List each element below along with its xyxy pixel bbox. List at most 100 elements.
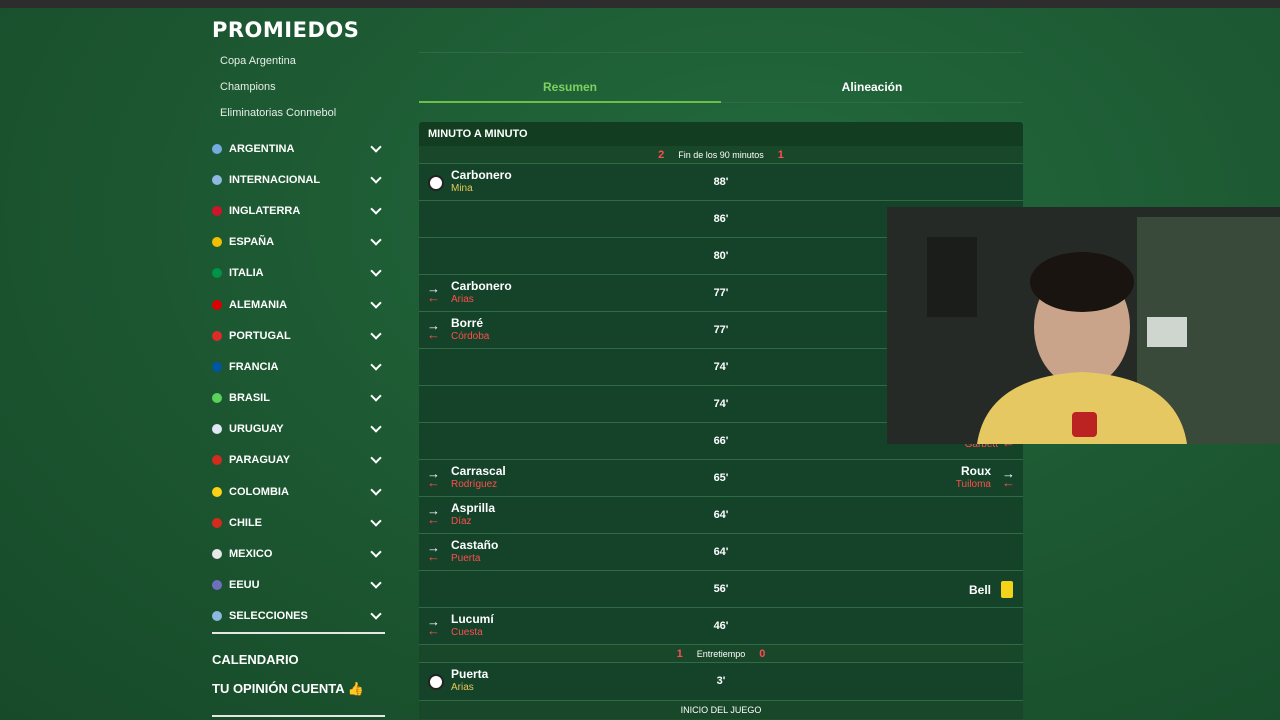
substitution-icon: → ← (427, 503, 440, 527)
chevron-down-icon[interactable] (370, 172, 382, 184)
sidebar-item-label: INGLATERRA (229, 204, 301, 217)
country-flag-icon (212, 237, 222, 248)
chevron-down-icon[interactable] (370, 203, 382, 215)
sidebar-item-argentina[interactable]: ARGENTINA (212, 133, 386, 164)
sidebar-item-paraguay[interactable]: PARAGUAY (212, 445, 386, 476)
sidebar-item-mexico[interactable]: MEXICO (212, 538, 386, 569)
chevron-down-icon[interactable] (370, 608, 382, 621)
sidebar-item-label: INTERNACIONAL (229, 173, 321, 186)
goal-ball-icon (428, 175, 444, 191)
player-out: Cuesta (451, 627, 483, 638)
sidebar-opinion[interactable]: TU OPINIÓN CUENTA 👍 (212, 681, 364, 697)
timeline-row: Bell 56' (419, 571, 1023, 608)
sidebar-item-uruguay[interactable]: URUGUAY (212, 414, 386, 445)
sidebar-item-label: ESPAÑA (229, 236, 275, 249)
event-minute: 74' (713, 398, 729, 410)
event-left: Puerta Arias (451, 667, 488, 693)
chevron-down-icon[interactable] (370, 515, 382, 527)
webcam-image (887, 207, 1280, 444)
substitution-icon: → ← (427, 281, 440, 305)
substitution-icon: → ← (427, 466, 440, 490)
player-out: Arias (451, 294, 474, 305)
sidebar-item-label: EEUU (229, 579, 260, 592)
chevron-down-icon[interactable] (370, 421, 382, 433)
event-left: Carrascal Rodríguez (451, 464, 506, 490)
sidebar-item-alemania[interactable]: ALEMANIA (212, 289, 386, 320)
sidebar-item-label: PARAGUAY (229, 454, 291, 467)
country-flag-icon (212, 455, 222, 466)
sidebar-item-inglaterra[interactable]: INGLATERRA (212, 195, 386, 226)
home-score: 2 (658, 148, 665, 161)
sidebar-item-label: URUGUAY (229, 423, 284, 436)
chevron-down-icon[interactable] (370, 328, 382, 340)
halftime-separator: 1 Entretiempo 0 (419, 645, 1023, 663)
tab-resumen[interactable]: Resumen (419, 80, 721, 94)
event-minute: 64' (713, 509, 729, 521)
player-out: Rodríguez (451, 479, 498, 490)
chevron-down-icon[interactable] (370, 546, 382, 558)
sidebar-links: Copa Argentina Champions Eliminatorias C… (220, 54, 336, 132)
country-flag-icon (212, 549, 222, 560)
webcam-overlay (887, 207, 1280, 444)
event-minute: 64' (713, 546, 729, 558)
sidebar-item-internacional[interactable]: INTERNACIONAL (212, 164, 386, 195)
sidebar-item-eeuu[interactable]: EEUU (212, 570, 386, 601)
chevron-down-icon[interactable] (370, 390, 382, 402)
chevron-down-icon[interactable] (370, 483, 382, 496)
yellow-card-icon (1001, 581, 1013, 598)
timeline-row: → ← Carrascal Rodríguez Roux Tuiloma → ← 65' (419, 460, 1023, 497)
sidebar-link-copa-argentina[interactable]: Copa Argentina (220, 54, 336, 80)
chevron-down-icon[interactable] (370, 452, 382, 465)
tab-active-underline (419, 101, 721, 103)
sidebar-item-label: PORTUGAL (229, 329, 291, 342)
chevron-down-icon[interactable] (370, 234, 382, 246)
country-flag-icon (212, 205, 222, 216)
sidebar-item-brasil[interactable]: BRASIL (212, 383, 386, 414)
event-left: Carbonero Mina (451, 168, 512, 194)
sidebar-link-eliminatorias[interactable]: Eliminatorias Conmebol (220, 106, 336, 132)
sidebar-link-champions[interactable]: Champions (220, 80, 336, 106)
country-flag-icon (212, 517, 222, 528)
sidebar-item-portugal[interactable]: PORTUGAL (212, 320, 386, 351)
start-separator: INICIO DEL JUEGO (419, 701, 1023, 719)
sidebar-item-label: ITALIA (229, 267, 264, 280)
country-flag-icon (212, 580, 222, 591)
away-score: 1 (777, 148, 784, 161)
chevron-down-icon[interactable] (370, 296, 382, 309)
country-flag-icon (212, 299, 222, 310)
assist: Mina (451, 183, 473, 194)
event-minute: 74' (713, 361, 729, 373)
player-in: Carrascal (451, 464, 506, 478)
event-minute: 77' (713, 287, 729, 299)
country-flag-icon (212, 330, 222, 341)
sidebar-item-italia[interactable]: ITALIA (212, 258, 386, 289)
home-score: 1 (676, 647, 683, 660)
sidebar-item-españa[interactable]: ESPAÑA (212, 227, 386, 258)
sidebar-item-colombia[interactable]: COLOMBIA (212, 476, 386, 507)
sidebar-item-francia[interactable]: FRANCIA (212, 351, 386, 382)
sidebar-calendario[interactable]: CALENDARIO (212, 652, 299, 667)
sidebar-item-chile[interactable]: CHILE (212, 507, 386, 538)
scorer: Carbonero (451, 168, 512, 182)
event-minute: 46' (713, 620, 729, 632)
promiedos-logo[interactable]: PROMIEDOS (212, 18, 359, 42)
end-separator: 2 Fin de los 90 minutos 1 (419, 146, 1023, 164)
sidebar-item-selecciones[interactable]: SELECCIONES (212, 601, 386, 632)
timeline-row: Carbonero Mina 88' (419, 164, 1023, 201)
chevron-down-icon[interactable] (370, 265, 382, 278)
timeline-row: → ← Asprilla Díaz 64' (419, 497, 1023, 534)
tab-alineacion[interactable]: Alineación (721, 80, 1023, 94)
chevron-down-icon[interactable] (370, 359, 382, 371)
goal-ball-icon (428, 674, 444, 690)
event-minute: 88' (713, 176, 729, 188)
chevron-down-icon[interactable] (370, 577, 382, 589)
sidebar-divider (212, 715, 385, 717)
event-minute: 3' (716, 675, 726, 687)
chevron-down-icon[interactable] (370, 140, 382, 153)
event-minute: 56' (713, 583, 729, 595)
country-flag-icon (212, 611, 222, 622)
event-right: Roux Tuiloma → ← (956, 464, 1015, 490)
event-left: Carbonero Arias (451, 279, 512, 305)
event-minute: 65' (713, 472, 729, 484)
sidebar-divider (212, 632, 385, 634)
